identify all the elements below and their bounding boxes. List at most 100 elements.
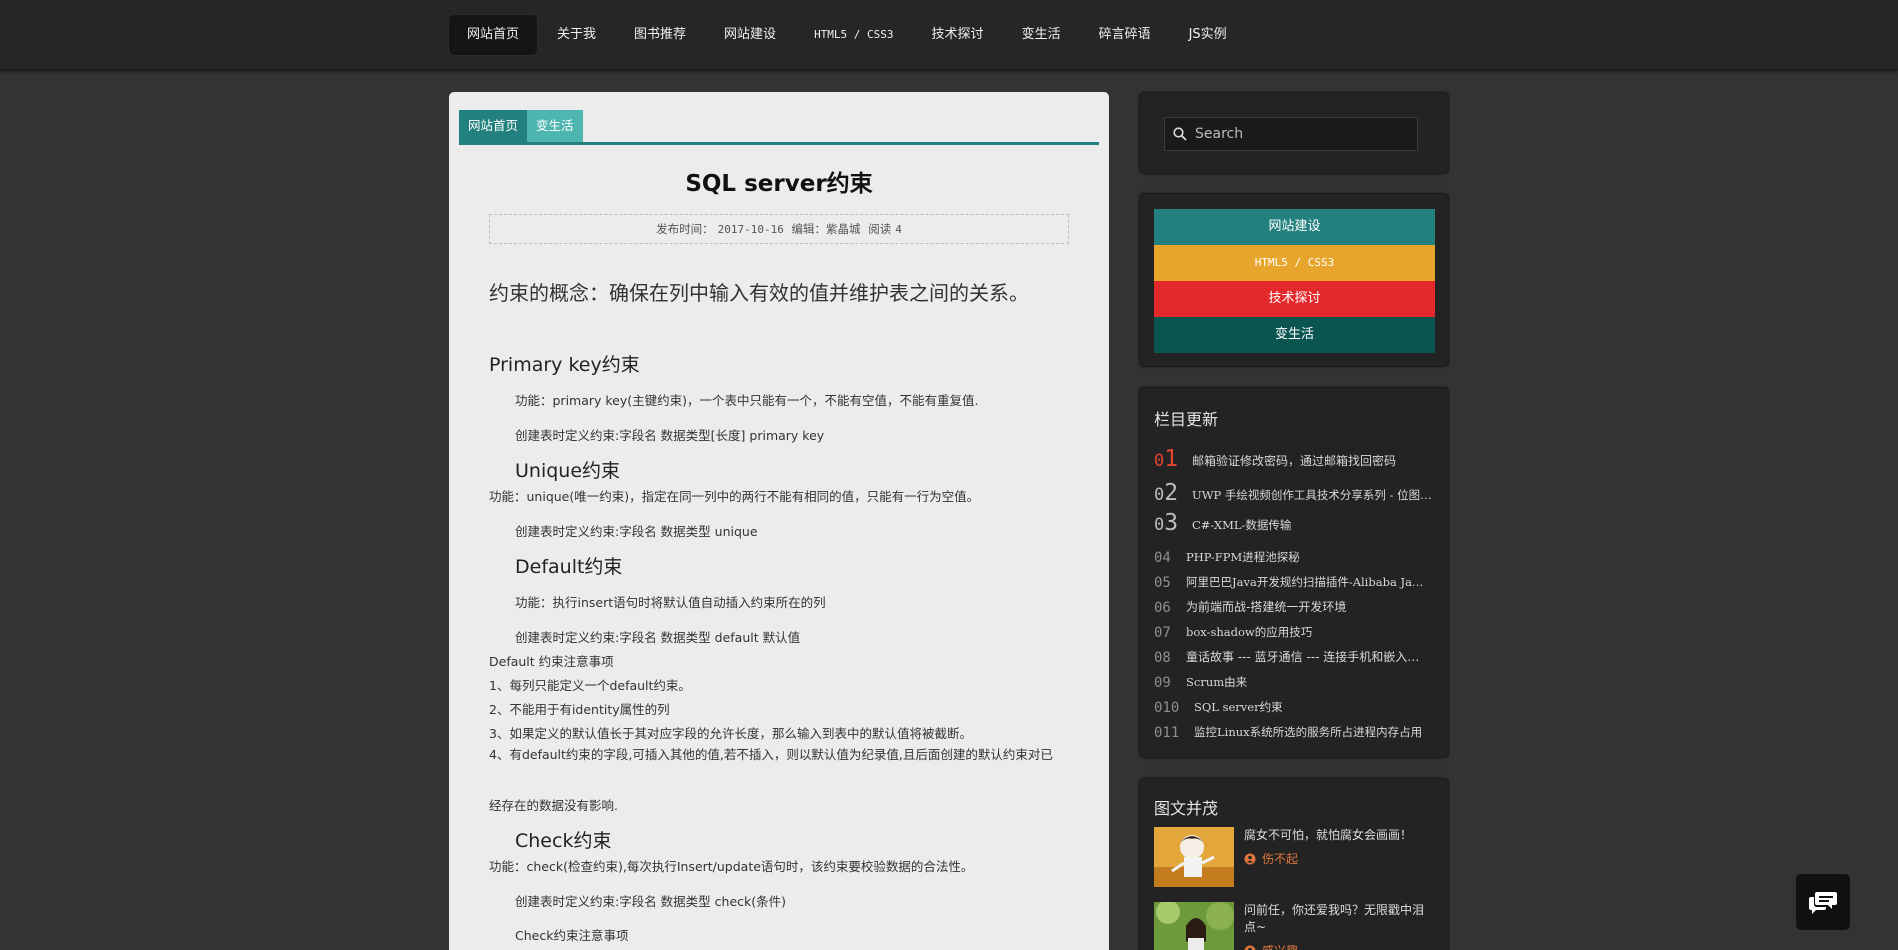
list-item[interactable]: 05 阿里巴巴Java开发规约扫描插件-Alibaba Java Coding … [1154, 566, 1444, 591]
list-item[interactable]: 09 Scrum由来 [1154, 666, 1444, 691]
update-link[interactable]: C#-XML-数据传输 [1192, 517, 1432, 533]
default-note-2: 2、不能用于有identity属性的列 [489, 702, 670, 717]
check-notes-title: Check约束注意事项 [515, 928, 629, 943]
updates-panel: 栏目更新 01 邮箱验证修改密码，通过邮箱找回密码 02 UWP 手绘视频创作工… [1139, 387, 1449, 758]
search-field [1164, 117, 1418, 151]
category-panel: 网站建设 HTML5 / CSS3 技术探讨 变生活 [1139, 193, 1449, 367]
picture-panel: 图文并茂 腐女不可怕，就怕腐女会画画！ 伤不起 问前任，你还爱我吗？无限戳中泪点… [1139, 778, 1449, 950]
list-item[interactable]: 06 为前端而战-搭建统一开发环境 [1154, 591, 1444, 616]
rank-number: 07 [1154, 625, 1171, 641]
updates-title: 栏目更新 [1154, 410, 1219, 429]
thumbnail-image[interactable] [1154, 902, 1234, 950]
chat-bubbles-icon [1809, 892, 1837, 914]
search-input[interactable] [1195, 126, 1395, 142]
category-html5-css3[interactable]: HTML5 / CSS3 [1154, 245, 1435, 281]
pk-syntax: 创建表时定义约束:字段名 数据类型[长度] primary key [515, 428, 825, 443]
picture-info: 问前任，你还爱我吗？无限戳中泪点~ 感兴趣 [1244, 902, 1434, 950]
update-link[interactable]: SQL server约束 [1194, 699, 1434, 715]
unique-syntax: 创建表时定义约束:字段名 数据类型 unique [515, 524, 758, 539]
picture-title[interactable]: 腐女不可怕，就怕腐女会画画！ [1244, 827, 1434, 844]
update-link[interactable]: 阿里巴巴Java开发规约扫描插件-Alibaba Java Coding Gui… [1186, 574, 1426, 590]
picture-title[interactable]: 问前任，你还爱我吗？无限戳中泪点~ [1244, 902, 1434, 936]
default-notes-title: Default 约束注意事项 [489, 654, 614, 669]
editor-label: 编辑：紫晶城 [791, 222, 861, 236]
rank-number: 08 [1154, 650, 1171, 666]
list-item[interactable]: 011 监控Linux系统所选的服务所占进程内存占用 [1154, 716, 1444, 741]
rank-number: 06 [1154, 600, 1171, 616]
main-nav: 网站首页 关于我 图书推荐 网站建设 HTML5 / CSS3 技术探讨 变生活… [448, 14, 1246, 56]
thumbnail-image[interactable] [1154, 827, 1234, 887]
breadcrumb-category[interactable]: 变生活 [527, 110, 583, 142]
updates-list: 01 邮箱验证修改密码，通过邮箱找回密码 02 UWP 手绘视频创作工具技术分享… [1154, 440, 1444, 741]
heading-check: Check约束 [515, 830, 612, 852]
pictures-title: 图文并茂 [1154, 799, 1219, 818]
search-icon [1173, 127, 1187, 141]
nav-item-musings[interactable]: 碎言碎语 [1080, 14, 1170, 56]
list-item[interactable]: 07 box-shadow的应用技巧 [1154, 616, 1444, 641]
nav-item-books[interactable]: 图书推荐 [615, 14, 705, 56]
default-note-4: 4、有default约束的字段,可插入其他的值,若不插入，则以默认值为纪录值,且… [489, 747, 1053, 762]
pk-function: 功能：primary key(主键约束)，一个表中只能有一个，不能有空值，不能有… [515, 393, 979, 408]
check-function: 功能：check(检查约束),每次执行Insert/update语句时，该约束要… [489, 859, 974, 874]
update-link[interactable]: box-shadow的应用技巧 [1186, 624, 1426, 640]
update-link[interactable]: 监控Linux系统所选的服务所占进程内存占用 [1194, 724, 1434, 740]
update-link[interactable]: 童话故事 --- 蓝牙通信 --- 连接手机和嵌入式设备 [1186, 648, 1426, 665]
nav-item-tech[interactable]: 技术探讨 [913, 14, 1003, 56]
list-item[interactable]: 08 童话故事 --- 蓝牙通信 --- 连接手机和嵌入式设备 [1154, 641, 1444, 666]
search-panel [1139, 92, 1449, 174]
category-webdev[interactable]: 网站建设 [1154, 209, 1435, 245]
picture-author: 伤不起 [1244, 850, 1434, 867]
check-syntax: 创建表时定义约束:字段名 数据类型 check(条件) [515, 894, 787, 909]
picture-item[interactable]: 问前任，你还爱我吗？无限戳中泪点~ 感兴趣 [1154, 902, 1444, 950]
publish-date: 2017-10-16 [717, 223, 784, 236]
reads-count: 4 [895, 223, 902, 236]
top-navbar: 网站首页 关于我 图书推荐 网站建设 HTML5 / CSS3 技术探讨 变生活… [0, 0, 1898, 70]
rank-number: 011 [1154, 725, 1180, 741]
rank-number: 05 [1154, 575, 1171, 591]
list-item[interactable]: 01 邮箱验证修改密码，通过邮箱找回密码 [1154, 440, 1444, 472]
picture-item[interactable]: 腐女不可怕，就怕腐女会画画！ 伤不起 [1154, 827, 1444, 887]
nav-item-js-examples[interactable]: JS实例 [1170, 14, 1246, 56]
heading-unique: Unique约束 [515, 460, 621, 482]
nav-item-webdev[interactable]: 网站建设 [705, 14, 795, 56]
picture-author: 感兴趣 [1244, 942, 1434, 950]
breadcrumb: 网站首页 变生活 [459, 110, 1099, 145]
chat-button[interactable] [1796, 874, 1850, 930]
nav-item-home[interactable]: 网站首页 [448, 14, 539, 56]
article-lead: 约束的概念：确保在列中输入有效的值并维护表之间的关系。 [489, 281, 1029, 305]
article-card: 网站首页 变生活 SQL server约束 发布时间： 2017-10-16 编辑… [449, 92, 1109, 950]
nav-item-html5-css3[interactable]: HTML5 / CSS3 [795, 14, 912, 56]
update-link[interactable]: PHP-FPM进程池探秘 [1186, 549, 1426, 565]
update-link[interactable]: UWP 手绘视频创作工具技术分享系列 - 位图的绘制与撤销 [1192, 487, 1432, 503]
default-note-4-continued: 经存在的数据没有影响. [489, 798, 618, 813]
heading-default: Default约束 [515, 556, 623, 578]
article-meta: 发布时间： 2017-10-16 编辑：紫晶城 阅读 4 [489, 214, 1069, 244]
publish-date-label: 发布时间： [656, 222, 714, 236]
rank-number: 01 [1154, 446, 1179, 472]
list-item[interactable]: 03 C#-XML-数据传输 [1154, 506, 1444, 536]
list-item[interactable]: 02 UWP 手绘视频创作工具技术分享系列 - 位图的绘制与撤销 [1154, 472, 1444, 506]
rank-number: 02 [1154, 480, 1179, 506]
nav-item-about[interactable]: 关于我 [538, 14, 615, 56]
rank-number: 03 [1154, 510, 1179, 536]
update-link[interactable]: Scrum由来 [1186, 674, 1426, 690]
default-syntax: 创建表时定义约束:字段名 数据类型 default 默认值 [515, 630, 801, 645]
article-title: SQL server约束 [685, 171, 873, 197]
default-function: 功能：执行insert语句时将默认值自动插入约束所在的列 [515, 595, 826, 610]
heading-primary-key: Primary key约束 [489, 354, 640, 376]
reads-label: 阅读 [868, 222, 892, 236]
update-link[interactable]: 为前端而战-搭建统一开发环境 [1186, 598, 1426, 615]
list-item[interactable]: 010 SQL server约束 [1154, 691, 1444, 716]
default-note-3: 3、如果定义的默认值长于其对应字段的允许长度，那么输入到表中的默认值将被截断。 [489, 726, 972, 741]
breadcrumb-home[interactable]: 网站首页 [459, 110, 528, 142]
rank-number: 04 [1154, 550, 1171, 566]
nav-item-life[interactable]: 变生活 [1003, 14, 1080, 56]
picture-info: 腐女不可怕，就怕腐女会画画！ 伤不起 [1244, 827, 1434, 887]
rank-number: 010 [1154, 700, 1180, 716]
user-icon [1244, 945, 1256, 950]
category-tech[interactable]: 技术探讨 [1154, 281, 1435, 317]
category-life[interactable]: 变生活 [1154, 317, 1435, 353]
list-item[interactable]: 04 PHP-FPM进程池探秘 [1154, 536, 1444, 566]
update-link[interactable]: 邮箱验证修改密码，通过邮箱找回密码 [1192, 452, 1432, 469]
user-icon [1244, 853, 1256, 864]
